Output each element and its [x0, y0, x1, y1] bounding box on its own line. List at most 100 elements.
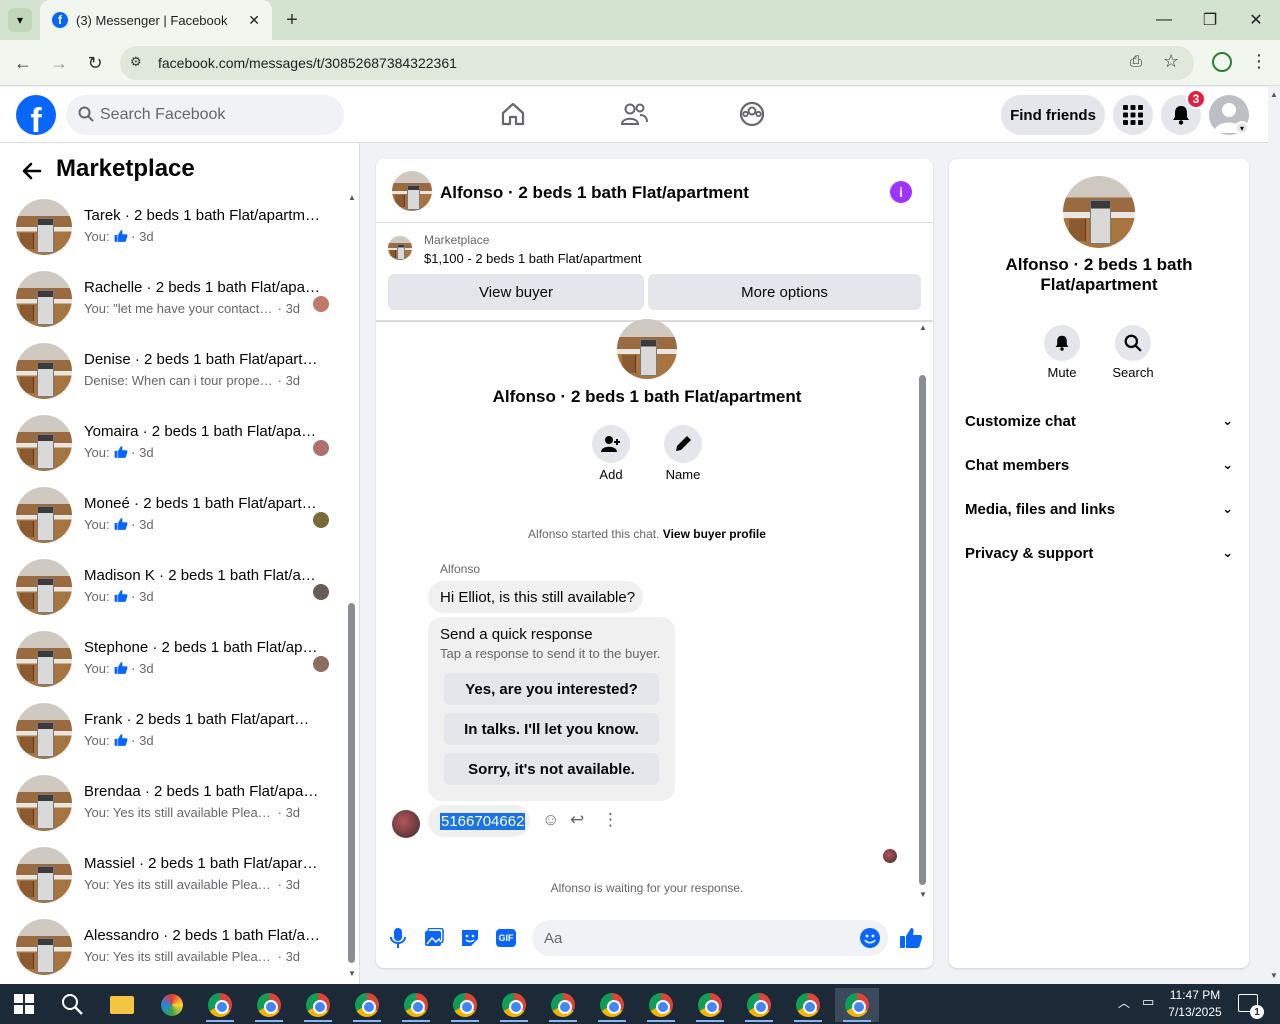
taskbar-search-icon[interactable] — [60, 992, 84, 1016]
back-arrow-icon[interactable] — [20, 159, 44, 183]
conversation-item[interactable]: Rachelle · 2 beds 1 bath Flat/apartment Y… — [16, 271, 336, 331]
facebook-logo-icon[interactable]: f — [16, 95, 56, 135]
gif-icon[interactable]: GIF — [496, 929, 516, 947]
chat-header-title[interactable]: Alfonso · 2 beds 1 bath Flat/apartment — [440, 183, 749, 203]
chrome-taskbar-icon[interactable] — [198, 988, 242, 1022]
reply-icon[interactable]: ↩ — [570, 810, 590, 830]
info-icon[interactable]: i — [890, 181, 912, 203]
forward-icon[interactable]: → — [48, 52, 70, 74]
view-buyer-profile-link[interactable]: View buyer profile — [663, 527, 766, 541]
conversation-item[interactable]: Brendaa · 2 beds 1 bath Flat/apartment Yo… — [16, 775, 336, 835]
tray-chevron-icon[interactable]: ︿ — [1118, 994, 1130, 1011]
chrome-taskbar-icon[interactable] — [394, 988, 438, 1022]
chrome-taskbar-icon[interactable] — [541, 988, 585, 1022]
chrome-taskbar-icon[interactable] — [590, 988, 634, 1022]
minimize-icon[interactable]: — — [1146, 8, 1182, 32]
close-window-icon[interactable]: ✕ — [1238, 8, 1274, 32]
profile-icon[interactable] — [1212, 52, 1232, 72]
conversation-item[interactable]: Yomaira · 2 beds 1 bath Flat/apartment Yo… — [16, 415, 336, 475]
chrome-taskbar-icon[interactable] — [639, 988, 683, 1022]
chrome-taskbar-icon[interactable] — [688, 988, 732, 1022]
chrome-taskbar-icon[interactable] — [786, 988, 830, 1022]
customize-chat-row[interactable]: Customize chat ⌄ — [965, 407, 1233, 435]
profile-avatar[interactable] — [617, 319, 677, 379]
taskbar-clock[interactable]: 11:47 PM 7/13/2025 — [1162, 987, 1228, 1021]
restore-icon[interactable]: ❐ — [1192, 8, 1228, 32]
tab-search-icon[interactable]: ▾ — [8, 8, 32, 32]
like-send-icon[interactable] — [899, 926, 923, 950]
windows-start-icon[interactable] — [14, 994, 34, 1014]
chrome-taskbar-icon[interactable] — [247, 988, 291, 1022]
conversation-item[interactable]: Alessandro · 2 beds 1 bath Flat/apartmen… — [16, 919, 336, 979]
browser-tab[interactable]: f (3) Messenger | Facebook ✕ — [40, 0, 272, 40]
page-scrollbar[interactable]: ▲ ▼ — [1268, 90, 1280, 980]
site-settings-icon[interactable]: ⚙ — [130, 54, 148, 72]
left-scrollbar[interactable]: ▲ ▼ — [346, 193, 356, 978]
network-icon[interactable]: ▭ — [1142, 994, 1154, 1010]
profile-name: Alfonso · 2 beds 1 bath Flat/apartment — [492, 387, 802, 406]
groups-icon[interactable] — [739, 101, 765, 127]
conversation-item[interactable]: Moneé · 2 beds 1 bath Flat/apartment You:… — [16, 487, 336, 547]
more-actions-icon[interactable]: ⋮ — [602, 810, 619, 830]
separator: · — [274, 301, 286, 316]
emoji-icon[interactable] — [860, 928, 880, 948]
quick-response-in-talks[interactable]: In talks. I'll let you know. — [444, 713, 659, 745]
url-bar[interactable]: facebook.com/messages/t/3085268738432236… — [120, 46, 1194, 80]
paint-app-icon[interactable] — [150, 988, 194, 1022]
conversation-item[interactable]: Stephone · 2 beds 1 bath Flat/apartment Y… — [16, 631, 336, 691]
media-files-links-row[interactable]: Media, files and links ⌄ — [965, 495, 1233, 523]
bookmark-star-icon[interactable]: ☆ — [1163, 51, 1183, 71]
reload-icon[interactable]: ↻ — [84, 52, 106, 74]
chrome-taskbar-icon[interactable] — [492, 988, 536, 1022]
photo-icon[interactable] — [424, 927, 444, 948]
view-buyer-button[interactable]: View buyer — [388, 274, 644, 310]
menu-grid-button[interactable] — [1113, 95, 1153, 135]
preview-text: You: Yes its still available Please sen.… — [84, 805, 274, 820]
chrome-taskbar-icon[interactable] — [296, 988, 340, 1022]
name-button[interactable] — [664, 425, 702, 463]
listing-avatar — [16, 847, 72, 903]
listing-thumbnail[interactable] — [388, 236, 412, 260]
sticker-icon[interactable] — [460, 928, 480, 948]
back-icon[interactable]: ← — [12, 52, 34, 74]
message-bubble[interactable]: Hi Elliot, is this still available? — [428, 581, 643, 613]
privacy-support-row[interactable]: Privacy & support ⌄ — [965, 539, 1233, 567]
chat-members-row[interactable]: Chat members ⌄ — [965, 451, 1233, 479]
home-icon[interactable] — [500, 101, 526, 127]
find-friends-button[interactable]: Find friends — [1001, 95, 1105, 135]
conversation-item[interactable]: Tarek · 2 beds 1 bath Flat/apartment You:… — [16, 199, 336, 259]
chrome-taskbar-icon[interactable] — [443, 988, 487, 1022]
chrome-taskbar-icon[interactable] — [737, 988, 781, 1022]
mute-button[interactable] — [1044, 325, 1080, 361]
install-app-icon[interactable]: ⎙ — [1130, 53, 1150, 73]
conversation-item[interactable]: Frank · 2 beds 1 bath Flat/apartment You:… — [16, 703, 336, 763]
facebook-search-input[interactable]: Search Facebook — [66, 95, 344, 135]
add-button[interactable] — [592, 425, 630, 463]
chrome-taskbar-icon[interactable] — [835, 988, 879, 1022]
phone-message-bubble[interactable]: 5166704662 — [428, 805, 530, 837]
browser-menu-icon[interactable]: ⋮ — [1250, 51, 1268, 71]
chat-header-avatar[interactable] — [392, 171, 432, 211]
quick-response-yes[interactable]: Yes, are you interested? — [444, 673, 659, 705]
new-tab-icon[interactable]: + — [282, 8, 302, 32]
search-button[interactable] — [1115, 325, 1151, 361]
conversation-item[interactable]: Denise · 2 beds 1 bath Flat/apartment Den… — [16, 343, 336, 403]
account-chevron-icon[interactable]: ▾ — [1235, 121, 1249, 135]
conversation-item[interactable]: Madison K · 2 beds 1 bath Flat/apartment… — [16, 559, 336, 619]
more-options-button[interactable]: More options — [648, 274, 921, 310]
sender-avatar[interactable] — [392, 810, 420, 838]
message-input[interactable]: Aa — [532, 920, 888, 956]
chrome-icon — [306, 993, 330, 1017]
info-avatar[interactable] — [1063, 176, 1135, 248]
microphone-icon[interactable] — [390, 927, 406, 949]
conversation-item[interactable]: Massiel · 2 beds 1 bath Flat/apartment Yo… — [16, 847, 336, 907]
chrome-taskbar-icon[interactable] — [345, 988, 389, 1022]
file-explorer-icon[interactable] — [100, 988, 144, 1022]
chat-scrollbar[interactable]: ▲ ▼ — [918, 323, 928, 899]
quick-response-sorry[interactable]: Sorry, it's not available. — [444, 753, 659, 785]
close-tab-icon[interactable]: ✕ — [248, 12, 260, 29]
listing-price[interactable]: $1,100 - 2 beds 1 bath Flat/apartment — [424, 251, 642, 266]
react-smiley-icon[interactable]: ☺ — [542, 810, 562, 830]
friends-icon[interactable] — [620, 101, 648, 127]
waiting-notice: Alfonso is waiting for your response. — [550, 881, 744, 895]
